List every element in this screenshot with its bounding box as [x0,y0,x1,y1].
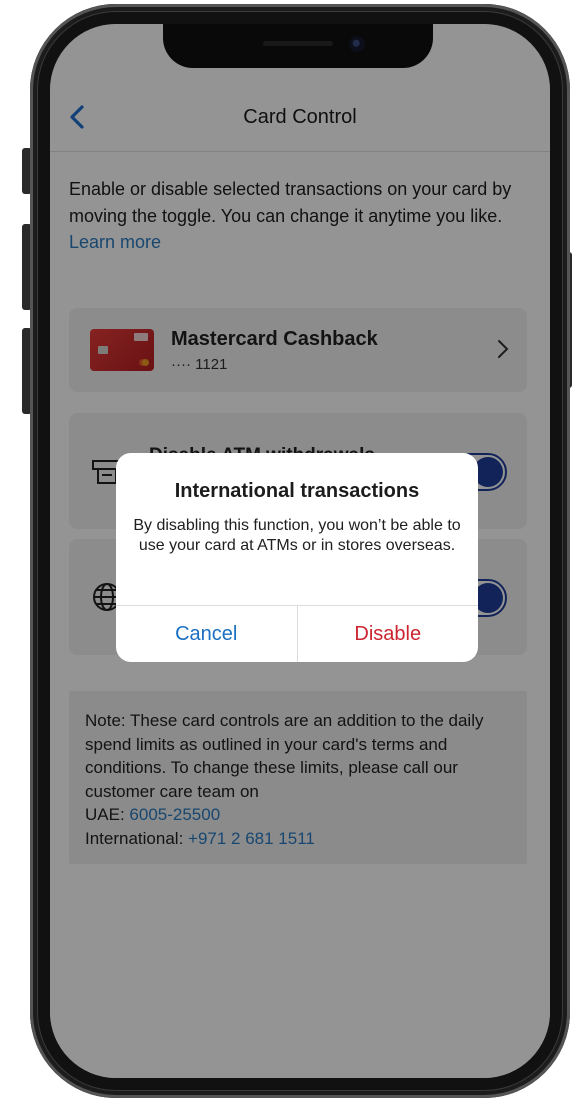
screen: 12:48 Card Control Enable or disable sel… [50,24,550,1078]
dialog-title: International transactions [174,480,420,502]
dialog-actions: Cancel Disable [116,605,478,662]
disable-button[interactable]: Disable [298,606,479,662]
alert-dialog: International transactions By disabling … [116,453,478,662]
cancel-button[interactable]: Cancel [116,606,298,662]
dialog-message: By disabling this function, you won’t be… [133,517,461,554]
